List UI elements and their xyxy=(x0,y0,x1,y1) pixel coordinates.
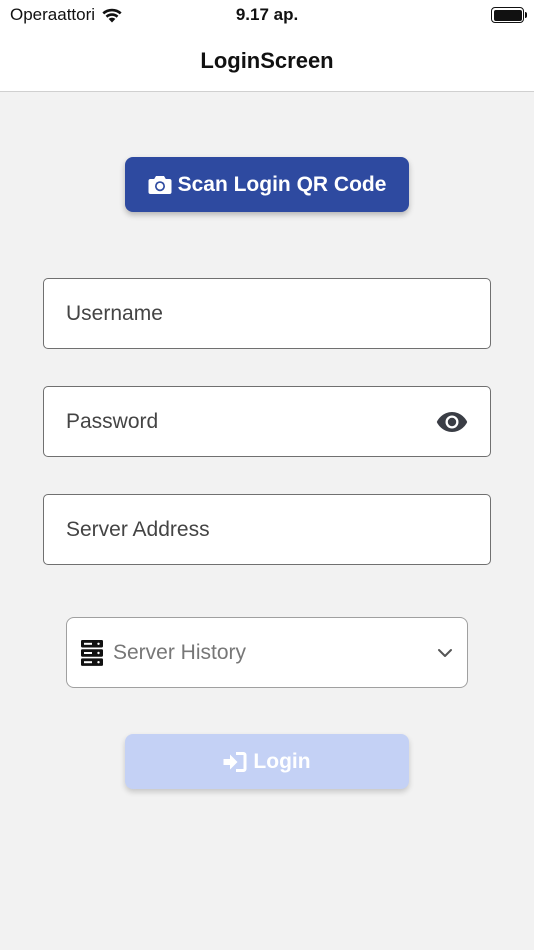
password-field-container xyxy=(43,386,491,457)
camera-icon xyxy=(148,175,172,194)
login-label: Login xyxy=(253,749,311,773)
server-address-field[interactable] xyxy=(66,517,468,542)
status-left: Operaattori xyxy=(10,5,123,25)
scan-qr-label: Scan Login QR Code xyxy=(177,172,387,196)
login-button[interactable]: Login xyxy=(125,734,409,789)
username-field[interactable] xyxy=(66,301,468,326)
password-field[interactable] xyxy=(66,409,436,434)
battery-fill xyxy=(493,9,522,21)
server-history-select[interactable]: Server History xyxy=(66,617,468,688)
server-icon xyxy=(81,639,103,666)
sign-in-icon xyxy=(223,751,247,772)
eye-icon[interactable] xyxy=(436,411,468,433)
chevron-down-icon xyxy=(438,648,452,657)
scan-qr-button[interactable]: Scan Login QR Code xyxy=(125,157,409,212)
username-field-container xyxy=(43,278,491,349)
server-history-label: Server History xyxy=(113,640,247,664)
status-bar: Operaattori 9.17 ap. xyxy=(0,0,534,30)
nav-header: LoginScreen xyxy=(0,30,534,92)
battery-icon xyxy=(491,7,527,23)
server-address-field-container xyxy=(43,494,491,565)
carrier-label: Operaattori xyxy=(10,5,96,24)
page-title: LoginScreen xyxy=(200,47,334,73)
wifi-icon xyxy=(102,8,122,23)
